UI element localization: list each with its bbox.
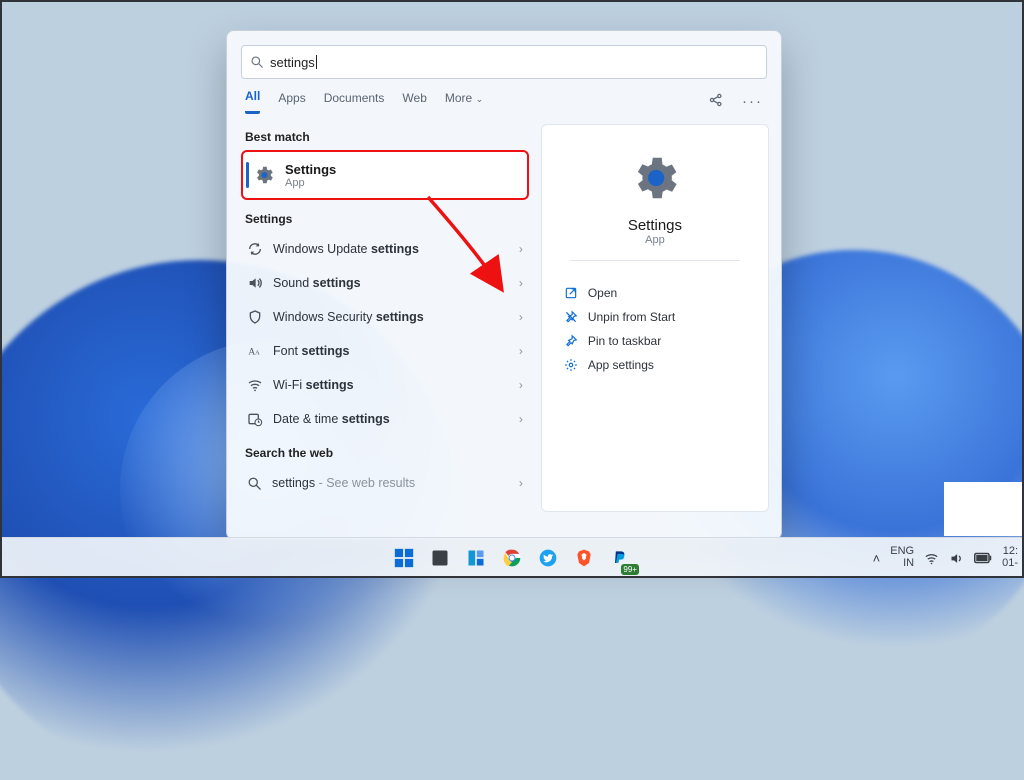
tab-web[interactable]: Web (402, 91, 426, 113)
chevron-right-icon: › (519, 476, 523, 490)
taskbar-paypal[interactable]: 99+ (605, 543, 635, 573)
svg-text:A: A (255, 349, 260, 356)
more-options-icon[interactable]: ··· (742, 93, 763, 110)
explorer-icon (430, 548, 450, 568)
best-match-result[interactable]: Settings App (241, 150, 529, 200)
section-web: Search the web (245, 446, 529, 460)
section-settings: Settings (245, 212, 529, 226)
gear-icon (253, 164, 275, 186)
selection-indicator (246, 162, 249, 188)
windows-icon (393, 547, 415, 569)
chevron-right-icon: › (519, 242, 523, 256)
action-unpin-start[interactable]: Unpin from Start (542, 305, 768, 329)
search-query-text: settings (270, 55, 315, 70)
search-icon (247, 476, 262, 491)
pin-icon (564, 334, 578, 348)
chrome-icon (502, 548, 522, 568)
search-filter-tabs: All Apps Documents Web More ⌄ ··· (227, 89, 781, 114)
details-subtitle: App (645, 234, 665, 246)
result-label: Wi-Fi settings (273, 378, 354, 392)
tab-apps[interactable]: Apps (278, 91, 305, 113)
sync-icon (247, 241, 263, 257)
wifi-icon[interactable] (924, 551, 939, 566)
widgets-icon (466, 548, 486, 568)
search-icon (250, 55, 264, 69)
result-datetime[interactable]: Date & time settings › (241, 402, 529, 436)
results-column: Best match Settings App Settings Windows… (227, 114, 541, 522)
result-font[interactable]: AA Font settings › (241, 334, 529, 368)
best-match-title: Settings (285, 162, 336, 177)
action-open[interactable]: Open (542, 281, 768, 305)
brave-icon (574, 548, 594, 568)
taskbar-widgets[interactable] (461, 543, 491, 573)
action-label: App settings (588, 358, 654, 372)
taskbar-file-explorer[interactable] (425, 543, 455, 573)
result-label: Sound settings (273, 276, 361, 290)
result-label: settings - See web results (272, 476, 415, 490)
redaction-box (944, 482, 1022, 536)
language-indicator[interactable]: ENG IN (890, 546, 914, 569)
wifi-icon (247, 377, 263, 393)
start-button[interactable] (389, 543, 419, 573)
divider (570, 260, 740, 261)
result-wifi[interactable]: Wi-Fi settings › (241, 368, 529, 402)
start-search-flyout: settings All Apps Documents Web More ⌄ ·… (226, 30, 782, 540)
tab-documents[interactable]: Documents (324, 91, 385, 113)
result-web-search[interactable]: settings - See web results › (241, 466, 529, 500)
twitter-icon (538, 548, 558, 568)
tab-all[interactable]: All (245, 89, 260, 114)
result-sound[interactable]: Sound settings › (241, 266, 529, 300)
taskbar-chrome[interactable] (497, 543, 527, 573)
action-pin-taskbar[interactable]: Pin to taskbar (542, 329, 768, 353)
result-label: Font settings (273, 344, 349, 358)
details-panel: Settings App Open Unpin from Start Pin t… (541, 124, 769, 512)
gear-icon (628, 151, 682, 205)
open-icon (564, 286, 578, 300)
chevron-right-icon: › (519, 378, 523, 392)
chevron-right-icon: › (519, 412, 523, 426)
calendar-clock-icon (247, 411, 263, 427)
chevron-right-icon: › (519, 276, 523, 290)
result-security[interactable]: Windows Security settings › (241, 300, 529, 334)
text-caret (316, 55, 317, 69)
result-label: Windows Update settings (273, 242, 419, 256)
action-label: Unpin from Start (588, 310, 675, 324)
shield-icon (247, 309, 263, 325)
sound-icon (247, 275, 263, 291)
section-best-match: Best match (245, 130, 529, 144)
chevron-right-icon: › (519, 344, 523, 358)
result-label: Date & time settings (273, 412, 390, 426)
clock[interactable]: 12: 01- (1002, 546, 1018, 569)
action-label: Open (588, 286, 617, 300)
taskbar-brave[interactable] (569, 543, 599, 573)
taskbar-twitter[interactable] (533, 543, 563, 573)
taskbar-center: 99+ (389, 543, 635, 573)
taskbar: 99+ ˄ ENG IN 12: 01- (0, 537, 1024, 578)
font-icon: AA (247, 343, 263, 359)
svg-text:A: A (248, 347, 255, 357)
gear-icon (564, 358, 578, 372)
result-windows-update[interactable]: Windows Update settings › (241, 232, 529, 266)
share-icon[interactable] (708, 92, 724, 112)
search-input[interactable]: settings (241, 45, 767, 79)
badge-count: 99+ (621, 564, 639, 575)
result-label: Windows Security settings (273, 310, 424, 324)
system-tray: ˄ ENG IN 12: 01- (873, 546, 1018, 569)
best-match-subtitle: App (285, 177, 336, 189)
sound-icon[interactable] (949, 551, 964, 566)
tray-overflow[interactable]: ˄ (873, 551, 881, 566)
details-title: Settings (628, 217, 682, 234)
action-label: Pin to taskbar (588, 334, 661, 348)
tab-more[interactable]: More ⌄ (445, 91, 483, 113)
battery-icon[interactable] (974, 552, 992, 564)
action-app-settings[interactable]: App settings (542, 353, 768, 377)
chevron-right-icon: › (519, 310, 523, 324)
unpin-icon (564, 310, 578, 324)
